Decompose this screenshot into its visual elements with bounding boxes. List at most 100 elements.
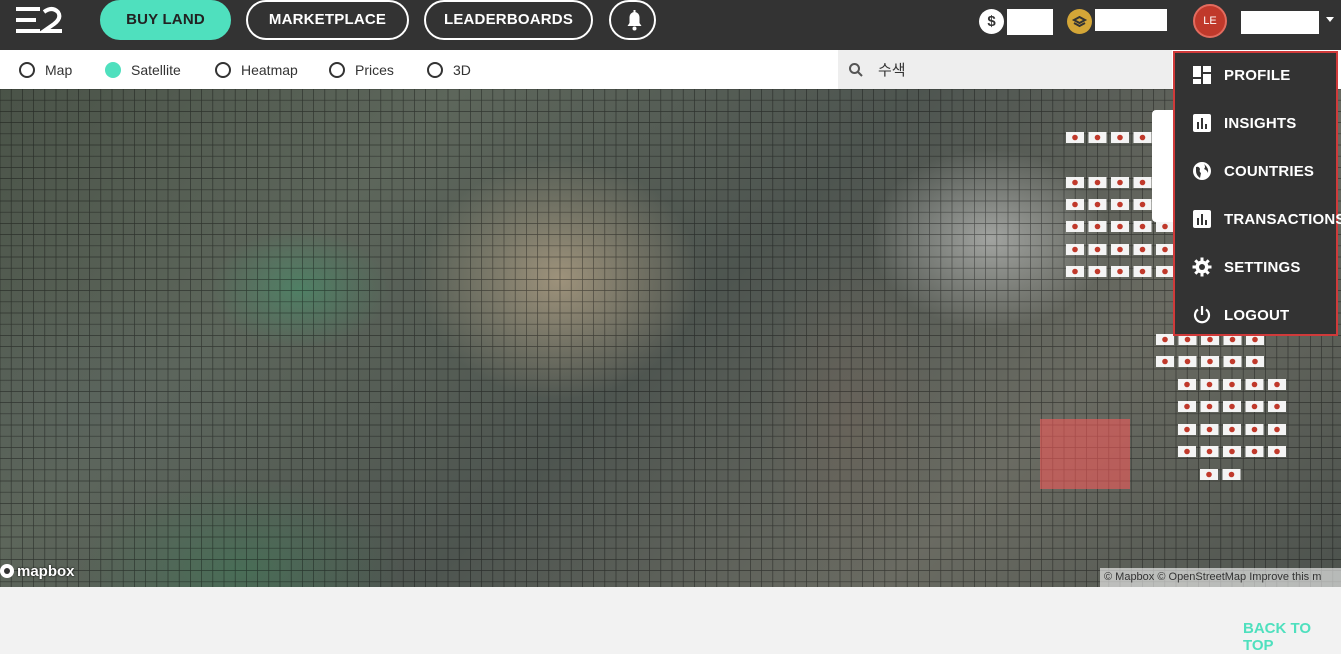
menu-item-label: TRANSACTIONS	[1224, 210, 1341, 228]
marketplace-button[interactable]: MARKETPLACE	[246, 0, 409, 40]
view-option-satellite[interactable]: Satellite	[105, 60, 181, 80]
leaderboards-button[interactable]: LEADERBOARDS	[424, 0, 593, 40]
flag-tile-emblem	[1162, 358, 1168, 365]
flag-tile-emblem	[1251, 403, 1258, 410]
flag-tile-emblem	[1252, 358, 1258, 365]
flag-tile-emblem	[1162, 223, 1168, 230]
flag-tile-emblem	[1251, 426, 1258, 433]
flag-tile-emblem	[1139, 179, 1146, 186]
flag-tile-emblem	[1184, 336, 1191, 343]
view-option-map[interactable]: Map	[19, 60, 72, 80]
flag-tile-emblem	[1206, 403, 1213, 410]
mapbox-logo-text: mapbox	[17, 562, 75, 580]
menu-item-label: INSIGHTS	[1224, 114, 1297, 132]
search-input[interactable]	[878, 58, 1158, 80]
flag-tile-emblem	[1206, 426, 1213, 433]
radio-icon	[19, 62, 35, 78]
flag-tile-emblem	[1072, 134, 1078, 141]
gear-icon	[1192, 257, 1212, 277]
radio-icon	[329, 62, 345, 78]
bar-chart-icon	[1193, 114, 1211, 132]
satellite-map[interactable]: mapbox © Mapbox © OpenStreetMap Improve …	[0, 89, 1341, 587]
radio-icon	[427, 62, 443, 78]
flag-tile-emblem	[1207, 336, 1213, 343]
flag-tile-emblem	[1229, 403, 1235, 410]
flag-tile-emblem	[1206, 448, 1213, 455]
flag-tile-emblem	[1207, 358, 1213, 365]
menu-item-label: PROFILE	[1224, 66, 1291, 84]
e2-logo[interactable]	[14, 6, 64, 34]
flag-tile-emblem	[1184, 448, 1190, 455]
radio-checked-icon	[105, 62, 121, 78]
flag-tile-emblem	[1162, 246, 1168, 253]
location-search[interactable]	[838, 50, 1172, 89]
view-option-label: 3D	[453, 62, 471, 78]
flag-tile-emblem	[1274, 426, 1280, 433]
flag-tile-emblem	[1072, 223, 1078, 230]
menu-item-transactions[interactable]: TRANSACTIONS	[1175, 199, 1341, 239]
flag-tile-emblem	[1274, 381, 1280, 388]
chevron-down-icon[interactable]	[1326, 17, 1334, 22]
flag-tile-emblem	[1251, 448, 1258, 455]
user-dropdown-menu: PROFILE INSIGHTS COUNTRIES TRANSACTIONS …	[1173, 51, 1341, 336]
flag-tile-emblem	[1229, 426, 1235, 433]
flag-tile-emblem	[1094, 134, 1101, 141]
flag-tile-emblem	[1206, 381, 1213, 388]
flag-tile-emblem	[1184, 358, 1191, 365]
essence-token-icon	[1067, 9, 1092, 34]
view-option-prices[interactable]: Prices	[329, 60, 394, 80]
top-navigation-bar: BUY LAND MARKETPLACE LEADERBOARDS $ LE	[0, 0, 1341, 50]
flag-tile-emblem	[1072, 179, 1078, 186]
flag-tile-emblem	[1139, 201, 1146, 208]
dashboard-icon	[1193, 66, 1211, 84]
flag-tile-emblem	[1139, 268, 1146, 275]
username[interactable]	[1241, 11, 1319, 34]
flag-tile-emblem	[1094, 179, 1101, 186]
view-option-label: Heatmap	[241, 62, 298, 78]
cash-balance	[1007, 9, 1053, 35]
power-icon	[1193, 306, 1211, 324]
flag-tile-emblem	[1117, 179, 1123, 186]
flag-tile-emblem	[1072, 201, 1078, 208]
flag-tile-emblem	[1094, 201, 1101, 208]
menu-item-countries[interactable]: COUNTRIES	[1175, 151, 1335, 191]
flag-tile-emblem	[1117, 246, 1123, 253]
flag-tile-emblem	[1162, 336, 1168, 343]
menu-item-profile[interactable]: PROFILE	[1175, 55, 1335, 95]
flag-tile-emblem	[1072, 246, 1078, 253]
flag-tile-emblem	[1139, 223, 1146, 230]
bell-icon	[627, 10, 642, 31]
flag-tile-emblem	[1117, 223, 1123, 230]
flag-tile-emblem	[1139, 134, 1146, 141]
menu-item-label: SETTINGS	[1224, 258, 1301, 276]
land-tile-grid	[0, 89, 1341, 587]
avatar[interactable]: LE	[1193, 4, 1227, 38]
buy-land-button[interactable]: BUY LAND	[100, 0, 231, 40]
view-option-label: Satellite	[131, 62, 181, 78]
flag-tile-emblem	[1094, 268, 1101, 275]
back-to-top-link[interactable]: BACK TO TOP	[1243, 620, 1341, 654]
flag-tile-emblem	[1072, 268, 1078, 275]
flag-tile-emblem	[1251, 381, 1258, 388]
map-side-panel	[1152, 110, 1174, 222]
view-option-3d[interactable]: 3D	[427, 60, 471, 80]
flag-tile-emblem	[1184, 381, 1190, 388]
flag-tile-emblem	[1274, 448, 1280, 455]
menu-item-label: LOGOUT	[1224, 306, 1290, 324]
flag-tile-emblem	[1228, 471, 1235, 478]
menu-item-insights[interactable]: INSIGHTS	[1175, 103, 1335, 143]
owned-tiles-highlight[interactable]	[1040, 419, 1130, 489]
dollar-icon: $	[979, 9, 1004, 34]
flag-tile-emblem	[1184, 426, 1190, 433]
view-option-label: Prices	[355, 62, 394, 78]
notifications-button[interactable]	[609, 0, 656, 40]
menu-item-settings[interactable]: SETTINGS	[1175, 247, 1335, 287]
flag-tile-emblem	[1094, 246, 1101, 253]
menu-item-logout[interactable]: LOGOUT	[1175, 295, 1335, 335]
mapbox-logo[interactable]: mapbox	[0, 561, 75, 581]
view-option-heatmap[interactable]: Heatmap	[215, 60, 298, 80]
globe-icon	[1193, 162, 1211, 180]
search-icon	[849, 63, 863, 77]
map-attribution[interactable]: © Mapbox © OpenStreetMap Improve this m	[1100, 568, 1341, 587]
flag-tile-emblem	[1229, 448, 1235, 455]
